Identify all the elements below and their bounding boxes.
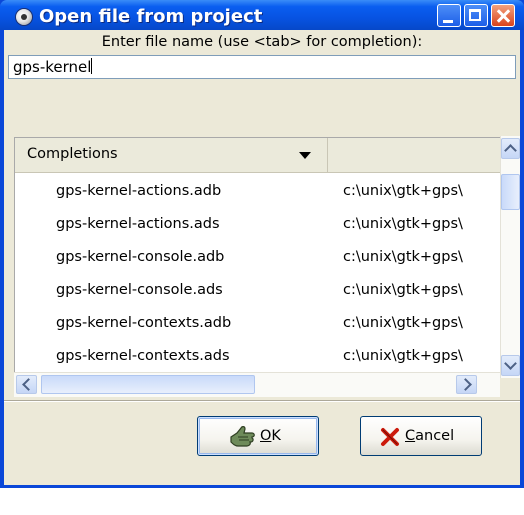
dialog-body: Enter file name (use <tab> for completio… xyxy=(4,30,520,485)
completion-name: gps-kernel-actions.adb xyxy=(56,183,222,199)
completion-path: c:\unix\gtk+gps\ xyxy=(343,282,463,298)
completion-name: gps-kernel-contexts.adb xyxy=(56,315,232,331)
minimize-icon[interactable] xyxy=(437,4,461,27)
chevron-left-icon xyxy=(22,378,35,391)
chevron-right-icon xyxy=(459,378,472,391)
scroll-left-button[interactable] xyxy=(16,375,37,394)
column-header-label: Completions xyxy=(27,146,118,162)
scroll-right-button[interactable] xyxy=(456,375,477,394)
close-icon[interactable] xyxy=(491,4,515,27)
completions-header[interactable]: Completions xyxy=(15,138,501,173)
completion-path: c:\unix\gtk+gps\ xyxy=(343,216,463,232)
button-separator xyxy=(4,400,520,402)
list-item[interactable]: gps-kernel-console.ads c:\unix\gtk+gps\ xyxy=(15,274,501,307)
red-x-icon xyxy=(381,428,399,446)
completion-name: gps-kernel-contexts.ads xyxy=(56,348,230,364)
prompt-label: Enter file name (use <tab> for completio… xyxy=(101,34,423,50)
completions-list[interactable]: Completions gps-kernel-actions.adb c:\un… xyxy=(14,137,501,373)
list-item[interactable]: gps-kernel-contexts.ads c:\unix\gtk+gps\ xyxy=(15,340,501,373)
ok-hand-icon xyxy=(230,426,255,447)
dialog-window: Open file from project Enter file name (… xyxy=(0,0,524,488)
file-name-value: gps-kernel xyxy=(13,58,92,76)
scroll-down-button[interactable] xyxy=(501,355,520,376)
scroll-up-button[interactable] xyxy=(501,138,520,159)
text-caret xyxy=(91,58,93,74)
vertical-scroll-thumb[interactable] xyxy=(501,174,520,210)
horizontal-scrollbar[interactable] xyxy=(14,372,500,397)
ok-button[interactable]: OK xyxy=(197,416,319,456)
horizontal-scroll-thumb[interactable] xyxy=(41,375,255,394)
completion-name: gps-kernel-actions.ads xyxy=(56,216,220,232)
completion-path: c:\unix\gtk+gps\ xyxy=(343,249,463,265)
completion-path: c:\unix\gtk+gps\ xyxy=(343,315,463,331)
completion-path: c:\unix\gtk+gps\ xyxy=(343,183,463,199)
sort-arrow-icon[interactable] xyxy=(299,152,311,159)
completion-path: c:\unix\gtk+gps\ xyxy=(343,348,463,364)
cancel-button-label: Cancel xyxy=(405,428,455,444)
completion-name: gps-kernel-console.ads xyxy=(56,282,223,298)
title-bar[interactable]: Open file from project xyxy=(0,0,524,30)
chevron-up-icon xyxy=(504,144,517,157)
maximize-icon[interactable] xyxy=(464,4,488,27)
completion-name: gps-kernel-console.adb xyxy=(56,249,225,265)
list-item[interactable]: gps-kernel-actions.adb c:\unix\gtk+gps\ xyxy=(15,175,501,208)
list-item[interactable]: gps-kernel-console.adb c:\unix\gtk+gps\ xyxy=(15,241,501,274)
window-title: Open file from project xyxy=(39,6,263,27)
cancel-button[interactable]: Cancel xyxy=(360,416,482,456)
gps-app-icon[interactable] xyxy=(16,9,32,25)
ok-button-label: OK xyxy=(260,428,281,444)
file-name-input[interactable]: gps-kernel xyxy=(8,55,516,79)
chevron-down-icon xyxy=(504,357,517,370)
list-item[interactable]: gps-kernel-actions.ads c:\unix\gtk+gps\ xyxy=(15,208,501,241)
vertical-scrollbar[interactable] xyxy=(500,136,520,378)
column-header-completions[interactable]: Completions xyxy=(15,138,328,172)
list-item[interactable]: gps-kernel-contexts.adb c:\unix\gtk+gps\ xyxy=(15,307,501,340)
